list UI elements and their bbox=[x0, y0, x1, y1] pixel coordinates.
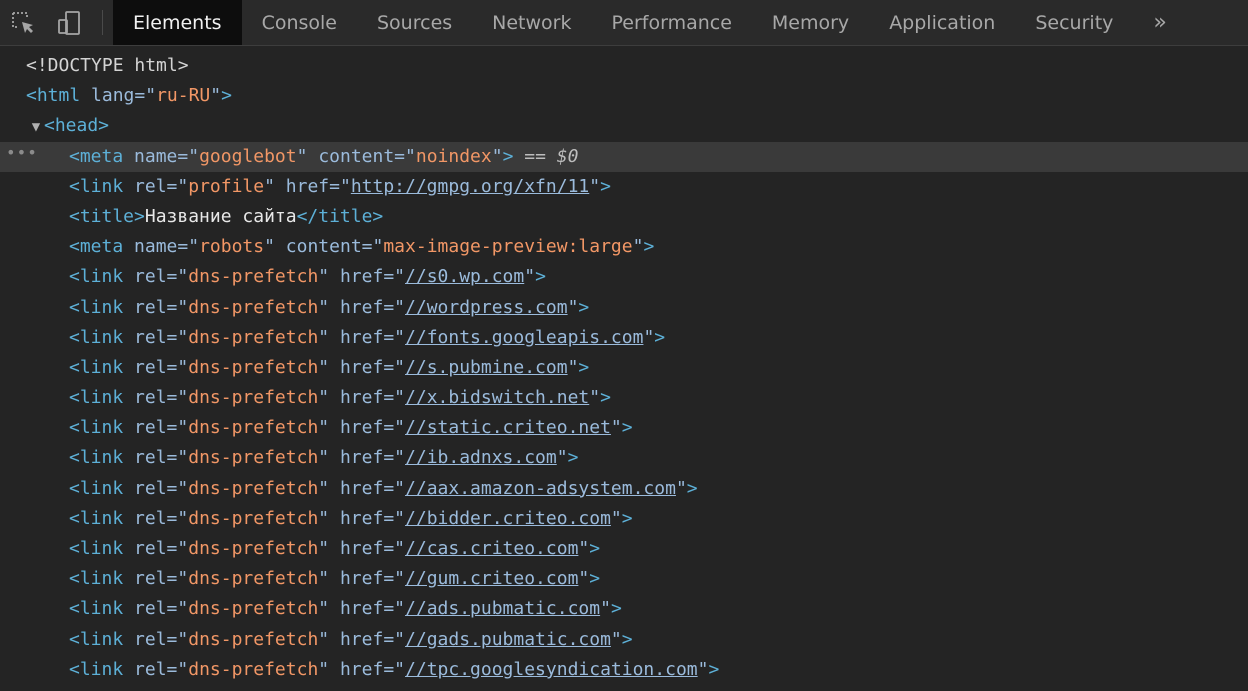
doctype-text: <!DOCTYPE html> bbox=[26, 55, 189, 76]
link-href[interactable]: //bidder.criteo.com bbox=[405, 508, 611, 529]
link-href[interactable]: //gum.criteo.com bbox=[405, 568, 578, 589]
link-href[interactable]: //s.pubmine.com bbox=[405, 357, 568, 378]
meta-content-value: max-image-preview:large bbox=[383, 236, 633, 258]
link-href[interactable]: //ads.pubmatic.com bbox=[405, 598, 600, 619]
tab-console[interactable]: Console bbox=[242, 0, 357, 45]
link-rel-value: dns-prefetch bbox=[188, 538, 319, 559]
link-rel-value: dns-prefetch bbox=[188, 356, 319, 378]
title-line[interactable]: <title>Название сайта</title> bbox=[0, 202, 1248, 232]
link-rel-value: dns-prefetch bbox=[188, 507, 319, 529]
title-text: Название сайта bbox=[144, 205, 297, 227]
link-href[interactable]: //fonts.googleapis.com bbox=[405, 327, 643, 348]
more-actions-icon[interactable]: ••• bbox=[6, 138, 38, 168]
link-rel-value: dns-prefetch bbox=[188, 417, 319, 439]
link-rel-value: dns-prefetch bbox=[188, 447, 319, 469]
link-rel-value: dns-prefetch bbox=[188, 266, 319, 288]
meta-content-value: noindex bbox=[415, 145, 492, 167]
link-dns-prefetch-line[interactable]: <link rel="dns-prefetch" href="//tpc.goo… bbox=[0, 655, 1248, 685]
device-toolbar-icon[interactable] bbox=[46, 0, 92, 45]
tab-memory[interactable]: Memory bbox=[752, 0, 869, 45]
link-href[interactable]: //wordpress.com bbox=[405, 297, 568, 318]
link-rel-value: dns-prefetch bbox=[188, 598, 319, 620]
link-href[interactable]: //static.criteo.net bbox=[405, 417, 611, 438]
tab-application[interactable]: Application bbox=[869, 0, 1015, 45]
link-href[interactable]: //gads.pubmatic.com bbox=[405, 629, 611, 650]
link-rel-value: dns-prefetch bbox=[188, 477, 319, 499]
link-dns-prefetch-line[interactable]: <link rel="dns-prefetch" href="//ib.adnx… bbox=[0, 443, 1248, 473]
link-rel-value: dns-prefetch bbox=[188, 658, 319, 680]
inspect-element-icon[interactable] bbox=[0, 0, 46, 45]
head-tag-line[interactable]: ▼ <head> bbox=[0, 111, 1248, 141]
link-profile-line[interactable]: <link rel="profile" href="http://gmpg.or… bbox=[0, 172, 1248, 202]
link-dns-prefetch-line[interactable]: <link rel="dns-prefetch" href="//cas.cri… bbox=[0, 534, 1248, 564]
tab-security[interactable]: Security bbox=[1015, 0, 1133, 45]
doctype-line[interactable]: <!DOCTYPE html> bbox=[0, 51, 1248, 81]
link-dns-prefetch-line[interactable]: <link rel="dns-prefetch" href="//gum.cri… bbox=[0, 564, 1248, 594]
link-rel-value: dns-prefetch bbox=[188, 628, 319, 650]
selected-meta-googlebot-line[interactable]: ••• <meta name="googlebot" content="noind… bbox=[0, 141, 1248, 172]
link-href[interactable]: //ib.adnxs.com bbox=[405, 447, 557, 468]
html-tag-line[interactable]: <html lang="ru-RU"> bbox=[0, 81, 1248, 111]
link-dns-prefetch-line[interactable]: <link rel="dns-prefetch" href="//gads.pu… bbox=[0, 625, 1248, 655]
link-rel-value: dns-prefetch bbox=[188, 326, 319, 348]
selected-node-reference: == $0 bbox=[524, 145, 579, 167]
link-rel-value: dns-prefetch bbox=[188, 387, 319, 409]
link-dns-prefetch-line[interactable]: <link rel="dns-prefetch" href="//s0.wp.c… bbox=[0, 262, 1248, 292]
link-href[interactable]: //s0.wp.com bbox=[405, 266, 524, 287]
meta-robots-line[interactable]: <meta name="robots" content="max-image-p… bbox=[0, 232, 1248, 262]
link-dns-prefetch-line[interactable]: <link rel="dns-prefetch" href="//static.… bbox=[0, 413, 1248, 443]
link-dns-prefetch-line[interactable]: <link rel="dns-prefetch" href="//aax.ama… bbox=[0, 474, 1248, 504]
dns-prefetch-lines: <link rel="dns-prefetch" href="//s0.wp.c… bbox=[0, 262, 1248, 685]
link-rel-value: dns-prefetch bbox=[188, 296, 319, 318]
link-dns-prefetch-line[interactable]: <link rel="dns-prefetch" href="//fonts.g… bbox=[0, 323, 1248, 353]
meta-name-value: googlebot bbox=[199, 145, 297, 167]
link-href[interactable]: //cas.criteo.com bbox=[405, 538, 578, 559]
tab-sources[interactable]: Sources bbox=[357, 0, 472, 45]
link-href[interactable]: http://gmpg.org/xfn/11 bbox=[351, 176, 589, 197]
link-dns-prefetch-line[interactable]: <link rel="dns-prefetch" href="//bidder.… bbox=[0, 504, 1248, 534]
panel-tabs: Elements Console Sources Network Performance… bbox=[113, 0, 1133, 45]
html-lang-value: ru-RU bbox=[156, 85, 211, 107]
meta-name-value: robots bbox=[199, 236, 265, 258]
tab-network[interactable]: Network bbox=[472, 0, 591, 45]
link-dns-prefetch-line[interactable]: <link rel="dns-prefetch" href="//ads.pub… bbox=[0, 594, 1248, 624]
link-rel-value: dns-prefetch bbox=[188, 568, 319, 590]
link-rel-value: profile bbox=[188, 175, 265, 197]
dom-tree: <!DOCTYPE html> <html lang="ru-RU"> ▼ <he… bbox=[0, 46, 1248, 685]
tab-performance[interactable]: Performance bbox=[592, 0, 752, 45]
link-dns-prefetch-line[interactable]: <link rel="dns-prefetch" href="//s.pubmi… bbox=[0, 353, 1248, 383]
devtools-toolbar: Elements Console Sources Network Performance… bbox=[0, 0, 1248, 46]
link-dns-prefetch-line[interactable]: <link rel="dns-prefetch" href="//x.bidsw… bbox=[0, 383, 1248, 413]
link-dns-prefetch-line[interactable]: <link rel="dns-prefetch" href="//wordpre… bbox=[0, 293, 1248, 323]
link-href[interactable]: //aax.amazon-adsystem.com bbox=[405, 478, 676, 499]
link-href[interactable]: //x.bidswitch.net bbox=[405, 387, 589, 408]
tab-elements[interactable]: Elements bbox=[113, 0, 242, 45]
link-href[interactable]: //tpc.googlesyndication.com bbox=[405, 659, 698, 680]
more-tabs-chevron-icon[interactable]: » bbox=[1133, 0, 1186, 45]
toolbar-separator bbox=[102, 10, 103, 35]
